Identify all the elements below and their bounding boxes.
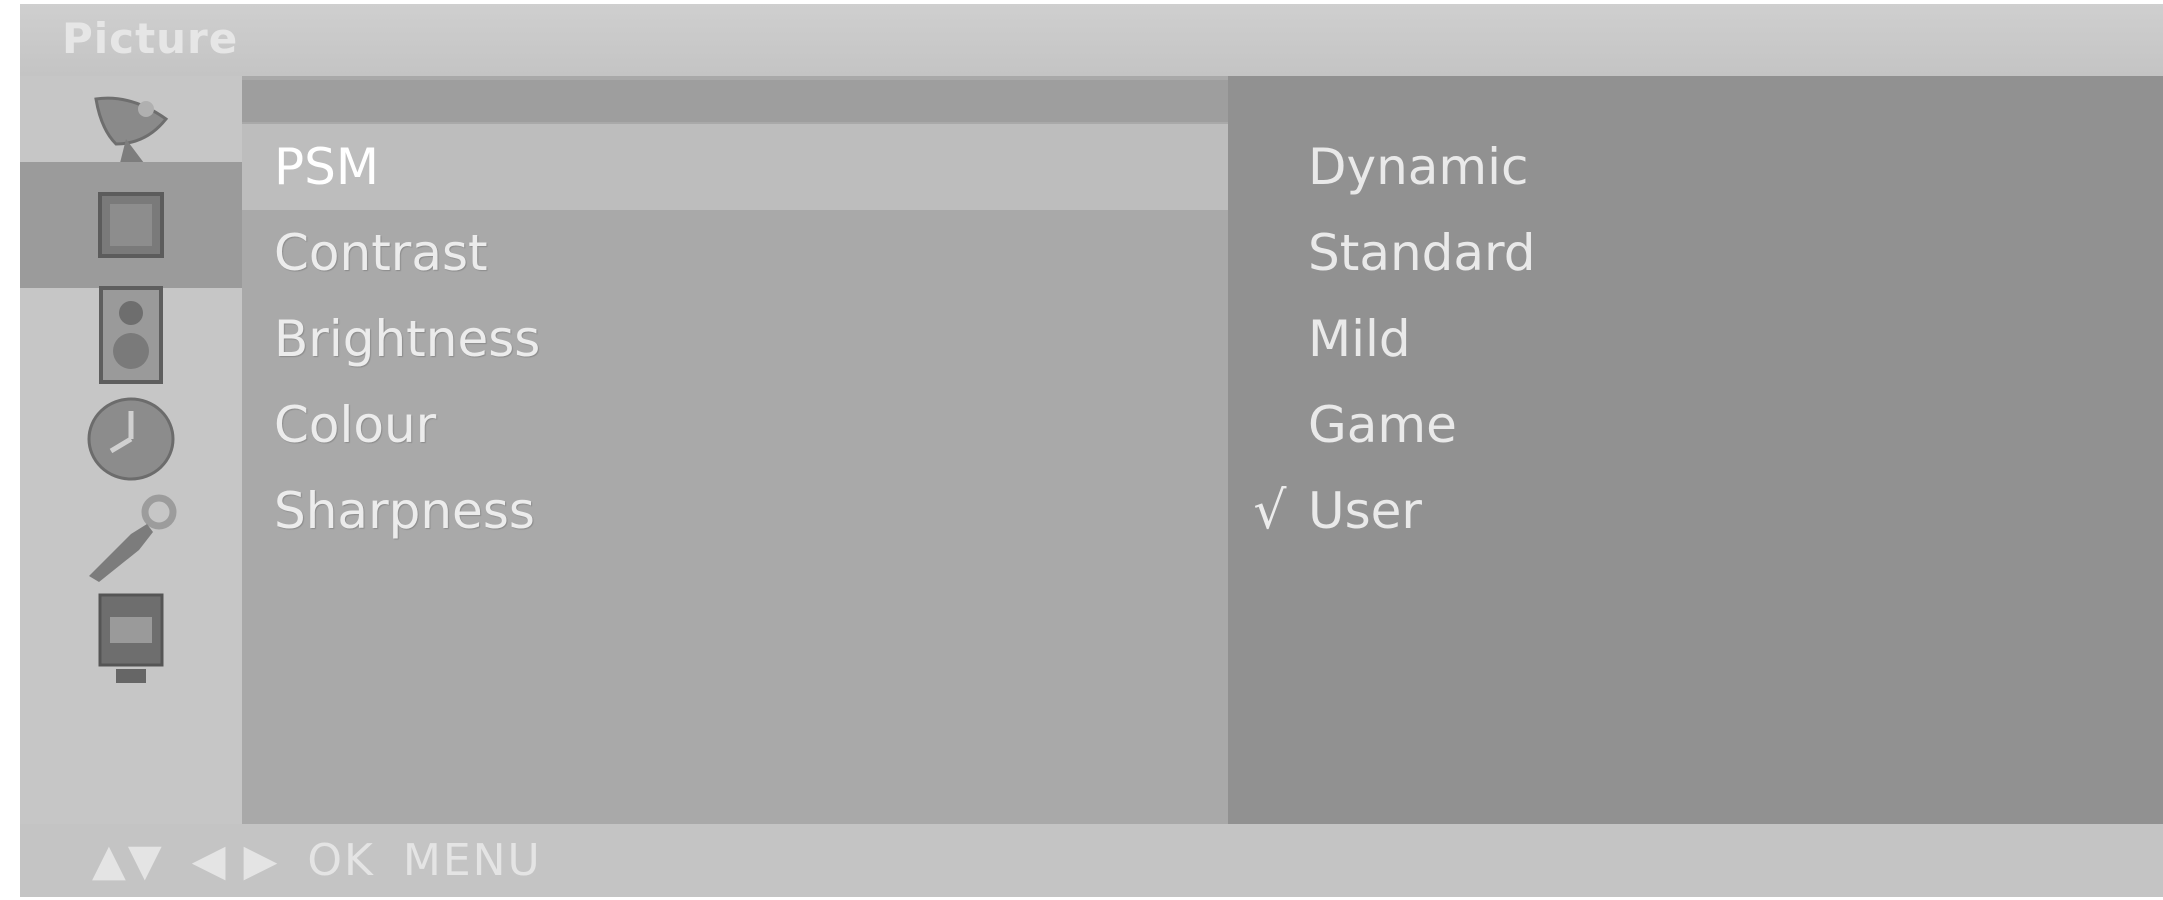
clock-icon [87, 397, 175, 481]
menu-item-label: Brightness [274, 310, 541, 368]
navigation-hint-bar: ▲▼ ◀ ▶ OK MENU [20, 824, 2163, 897]
option-label: Game [1308, 396, 1457, 454]
menu-item-contrast[interactable]: Contrast [242, 210, 1228, 296]
wrench-icon [89, 494, 177, 582]
tv-menu-screen: Picture PSM Contrast Brightness Colour S… [20, 4, 2163, 897]
title-bar: Picture [20, 4, 2163, 76]
category-icon-column [20, 76, 242, 824]
menu-item-label: Colour [274, 396, 437, 454]
option-label: Mild [1308, 310, 1411, 368]
option-label: User [1308, 482, 1422, 540]
picture-square-icon [98, 192, 164, 258]
menu-title: Picture [62, 14, 239, 63]
ok-hint: OK [307, 835, 375, 886]
menu-item-label: PSM [274, 138, 380, 196]
screen-icon [98, 593, 164, 683]
checkmark-icon: √ [1253, 481, 1287, 541]
menu-item-psm[interactable]: PSM [242, 124, 1228, 210]
menu-item-label: Sharpness [274, 482, 535, 540]
option-label: Dynamic [1308, 138, 1529, 196]
menu-item-sharpness[interactable]: Sharpness [242, 468, 1228, 554]
category-picture[interactable] [20, 162, 242, 288]
menu-item-brightness[interactable]: Brightness [242, 296, 1228, 382]
category-screen[interactable] [20, 576, 242, 702]
menu-item-colour[interactable]: Colour [242, 382, 1228, 468]
option-user[interactable]: √ User [1228, 468, 2163, 554]
menu-header-strip [242, 80, 1228, 122]
menu-item-label: Contrast [274, 224, 488, 282]
option-label: Standard [1308, 224, 1536, 282]
option-mild[interactable]: Mild [1228, 296, 2163, 382]
menu-hint: MENU [402, 835, 542, 886]
option-standard[interactable]: Standard [1228, 210, 2163, 296]
psm-options-panel: Dynamic Standard Mild Game √ User [1228, 76, 2163, 824]
updown-arrows-icon: ▲▼ [92, 835, 164, 886]
option-dynamic[interactable]: Dynamic [1228, 124, 2163, 210]
picture-menu: PSM Contrast Brightness Colour Sharpness [242, 76, 1228, 824]
leftright-arrows-icon: ◀ ▶ [191, 835, 280, 886]
speaker-icon [99, 286, 163, 384]
option-game[interactable]: Game [1228, 382, 2163, 468]
